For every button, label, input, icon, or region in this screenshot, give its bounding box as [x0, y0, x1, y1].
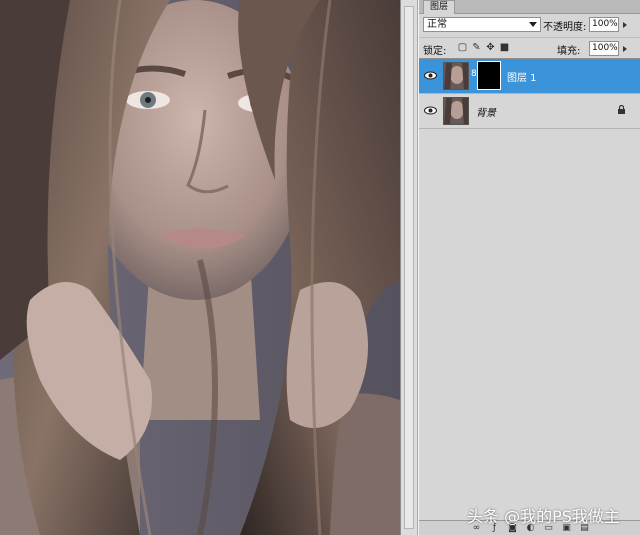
scrollbar-thumb[interactable]: [404, 6, 414, 529]
watermark-text: 头条 @我的PS我做主: [467, 507, 620, 526]
portrait-photo: [0, 0, 400, 535]
lock-all-icon[interactable]: ■: [499, 42, 510, 53]
panel-tabbar: 图层: [419, 0, 640, 14]
layer-mask-thumbnail[interactable]: [477, 61, 501, 90]
lock-transparency-icon[interactable]: ▢: [457, 42, 468, 53]
tab-layers[interactable]: 图层: [423, 0, 456, 14]
layer-name[interactable]: 背景: [476, 104, 496, 119]
document-canvas[interactable]: [0, 0, 400, 535]
layer-thumbnail[interactable]: [443, 62, 469, 90]
blend-mode-select[interactable]: 正常: [423, 17, 541, 32]
fill-label: 填充:: [557, 46, 581, 57]
opacity-slider-arrow-icon[interactable]: [623, 22, 627, 28]
blend-mode-value: 正常: [427, 19, 447, 30]
layers-list: 8 图层 1 背景: [419, 58, 640, 521]
lock-label: 锁定:: [423, 46, 447, 57]
eye-icon[interactable]: [423, 68, 438, 83]
chevron-down-icon: [529, 22, 537, 27]
layer-row-layer-1[interactable]: 8 图层 1: [419, 59, 640, 94]
layer-thumbnail[interactable]: [443, 97, 469, 125]
fill-slider-arrow-icon[interactable]: [623, 46, 627, 52]
lock-pixels-icon[interactable]: ✎: [471, 42, 482, 53]
opacity-label: 不透明度:: [543, 22, 587, 33]
blend-row: 正常 不透明度: 100%: [419, 15, 640, 35]
lock-position-icon[interactable]: ✥: [485, 42, 496, 53]
link-icon[interactable]: 8: [471, 69, 477, 79]
eye-icon[interactable]: [423, 103, 438, 118]
layers-panel: 图层 正常 不透明度: 100% 锁定: ▢ ✎ ✥ ■ 填充: 100% 8: [418, 0, 640, 535]
lock-icon: [618, 105, 625, 114]
opacity-input[interactable]: 100%: [589, 17, 619, 32]
canvas-scrollbar[interactable]: [400, 0, 418, 535]
fill-input[interactable]: 100%: [589, 41, 619, 56]
lock-row: 锁定: ▢ ✎ ✥ ■ 填充: 100%: [419, 37, 640, 58]
layer-row-background[interactable]: 背景: [419, 94, 640, 129]
layer-name[interactable]: 图层 1: [507, 69, 537, 84]
